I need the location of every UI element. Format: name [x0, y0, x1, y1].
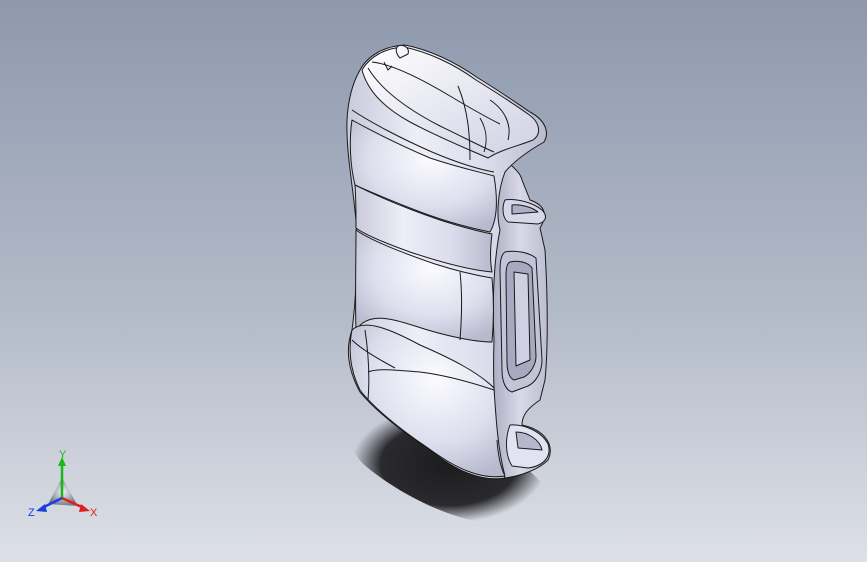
triad-z-label: Z [28, 507, 35, 519]
triad-y-label: Y [59, 449, 67, 461]
side-recess-inner-edge [513, 271, 531, 367]
orientation-triad[interactable]: Y X Z [24, 448, 104, 524]
triad-x-label: X [90, 507, 98, 519]
model-scene[interactable] [0, 0, 867, 562]
graphics-viewport[interactable]: Y X Z [0, 0, 867, 562]
